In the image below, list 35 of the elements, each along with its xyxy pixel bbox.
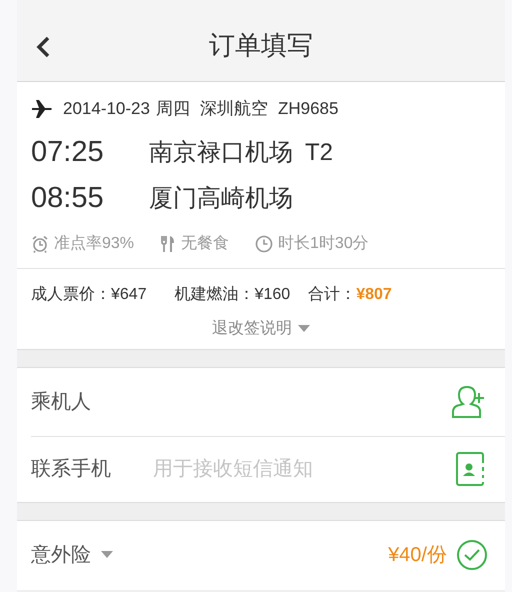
insurance-checkbox[interactable]: [457, 540, 487, 570]
price-value: ¥807: [356, 284, 392, 304]
caret-down-icon: [298, 324, 310, 332]
airline-name: 深圳航空: [200, 98, 268, 120]
terminal-label: T2: [305, 138, 334, 168]
flight-info-text: 无餐食: [181, 234, 230, 254]
add-passenger-button[interactable]: [451, 384, 487, 420]
flight-date: 2014-10-23: [63, 98, 150, 120]
departure-time: 07:25: [31, 134, 105, 170]
insurance-price: ¥40/份: [388, 543, 447, 568]
contacts-button[interactable]: [455, 451, 487, 487]
flight-info-text: 时长1时30分: [278, 234, 369, 254]
passenger-label: 乘机人: [31, 390, 91, 414]
phone-input-field[interactable]: 用于接收短信通知: [153, 454, 455, 484]
airport-name: 厦门高崎机场: [149, 184, 293, 214]
caret-down-icon: [101, 551, 113, 559]
airport-name: 南京禄口机场: [149, 138, 293, 168]
checkmark-icon: [464, 549, 480, 561]
flight-info-text: 准点率93%: [54, 234, 134, 254]
insurance-dropdown[interactable]: 意外险: [31, 540, 113, 570]
airplane-icon: [31, 98, 53, 119]
page-title: 订单填写: [209, 29, 313, 62]
price-value: ¥160: [254, 284, 290, 304]
departure-time: 08:55: [31, 180, 105, 216]
price-label: 成人票价：: [31, 284, 111, 304]
refund-policy-link[interactable]: 退改签说明: [212, 316, 310, 340]
alarm-clock-icon: [31, 234, 49, 252]
contact-phone-label: 联系手机: [31, 457, 112, 482]
flight-number: ZH9685: [278, 98, 338, 120]
fork-knife-icon: [160, 234, 176, 252]
price-label: 机建燃油：: [174, 284, 255, 304]
price-value: ¥647: [111, 284, 147, 304]
price-label: 合计：: [308, 284, 356, 304]
clock-icon: [255, 234, 274, 252]
flight-weekday: 周四: [156, 98, 190, 120]
